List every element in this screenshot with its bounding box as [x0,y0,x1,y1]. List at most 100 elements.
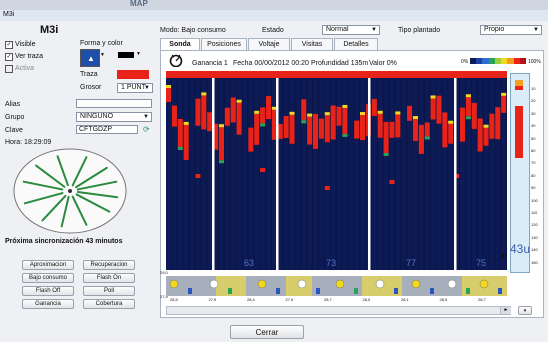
sonar-column-divider [229,78,231,270]
depth-tick-label: 50 [531,135,536,141]
echo-mark [465,116,471,120]
echo-mark [448,120,454,124]
refresh-icon[interactable]: ⟳ [143,125,150,134]
color-dropdown-arrow-icon[interactable]: ▼ [136,51,141,57]
temperature-label: 28,4 [247,297,255,302]
temperature-marker [297,279,307,289]
echo-mark [236,99,242,103]
echo-mark [166,88,172,102]
echo-mark [324,186,330,190]
scroll-menu-icon[interactable]: ▾ [518,306,532,315]
clave-input[interactable]: CFTGDZP [76,125,138,134]
echo-mark [248,127,254,152]
sonar-column-divider [418,78,419,270]
tab-sonda[interactable]: Sonda [160,38,200,50]
horizontal-scrollbar[interactable]: ► [166,306,511,315]
depth-tick-label: 40 [531,123,536,129]
depth-tick-label: 110 [531,210,538,215]
ganancia-button[interactable]: Ganancia [22,299,74,309]
cobertura-button[interactable]: Cobertura [83,299,135,309]
sonar-column-divider [241,78,243,270]
shape-dropdown-arrow-icon[interactable]: ▼ [100,52,105,58]
aproximacion-button[interactable]: Aproximacion [22,260,74,270]
grosor-select[interactable]: 1 PUNT ▼ [117,83,153,93]
echo-mark [307,113,313,117]
echo-mark [342,133,348,137]
color-swatch-black[interactable] [118,52,134,58]
depth-tick-label: 150 [531,259,538,265]
echo-mark [307,116,313,145]
tipo-plantado-select[interactable]: Propio ▼ [480,25,542,35]
sonar-column-divider [476,78,478,270]
sonar-column-divider [382,78,384,270]
shape-picker[interactable]: ▲ [80,49,100,67]
activa-checkbox[interactable] [5,65,13,73]
sonar-column-divider [294,78,296,270]
sonar-column-divider [376,78,378,270]
echo-mark [465,97,471,117]
grupo-select[interactable]: NINGUNO ▼ [76,112,152,122]
echo-mark [430,98,436,120]
traza-color-swatch[interactable] [117,70,149,79]
tab-posiciones[interactable]: Posiciones [201,38,247,50]
estado-label: Estado [262,27,284,34]
echo-mark [283,115,289,138]
color-scale-bar [470,58,526,64]
echo-mark [501,92,507,96]
scale-pointer-icon: ▸ [502,251,507,260]
ver-traza-label: Ver traza [15,53,44,60]
temperature-bar [276,288,280,294]
echo-mark [360,115,366,141]
alias-input[interactable] [76,99,152,108]
flash-off-button[interactable]: Flash Off [22,286,74,296]
tab-visitas[interactable]: Visitas [291,38,333,50]
sonar-column-divider [406,78,408,270]
echo-mark [442,112,448,148]
sonar-column-divider [447,78,449,270]
poll-button[interactable]: Poll [83,286,135,296]
depth-tick-label: 90 [531,185,536,191]
echo-mark [312,113,319,149]
grupo-label: Grupo [5,114,25,121]
sonar-column-divider [429,78,431,270]
visible-checkbox[interactable]: ✓ [5,41,13,49]
sonar-column-divider [259,78,261,270]
sync-clock-dial [13,148,127,234]
echo-mark [471,102,477,129]
sonar-column-divider [459,78,460,270]
gauge-icon[interactable] [168,53,184,67]
sonar-column-divider [329,78,331,270]
sonar-echogram: 63 73 77 75 [166,78,507,270]
valor-value: Valor 0% [369,60,397,67]
sonar-canvas [166,78,507,270]
temperature-marker [447,279,457,289]
recuperacion-button[interactable]: Recuperacion [83,260,135,270]
sonar-column-divider [335,78,337,270]
scroll-right-icon[interactable]: ► [500,307,511,314]
sonar-separator [212,78,215,270]
sonar-column-divider [253,78,255,270]
bajo-consumo-button[interactable]: Bajo consumo [22,273,74,283]
echo-mark [371,98,377,116]
echo-mark [207,112,213,132]
sonar-separator [454,78,457,270]
sonar-column-divider [488,78,490,270]
estado-select[interactable]: Normal ▼ [322,25,380,35]
sonar-column-divider [265,78,266,270]
tipo-plantado-label: Tipo plantado [398,27,441,34]
tab-detalles[interactable]: Detalles [334,38,378,50]
forma-color-label: Forma y color [80,40,123,47]
sonar-column-divider [347,78,349,270]
ver-traza-checkbox[interactable]: ✓ [5,53,13,61]
tab-voltaje[interactable]: Voltaje [248,38,290,50]
modo-label: Modo: Bajo consumo [160,27,226,34]
sonar-column-divider [341,78,343,270]
alias-label: Alias [5,101,21,108]
flash-on-button[interactable]: Flash On [83,273,135,283]
temperature-label: 28,0 [362,297,371,302]
sonar-column-divider [282,78,284,270]
echo-mark [289,114,295,144]
cerrar-button[interactable]: Cerrar [230,325,304,339]
sonar-column-divider [494,78,496,270]
echo-mark [342,107,348,134]
